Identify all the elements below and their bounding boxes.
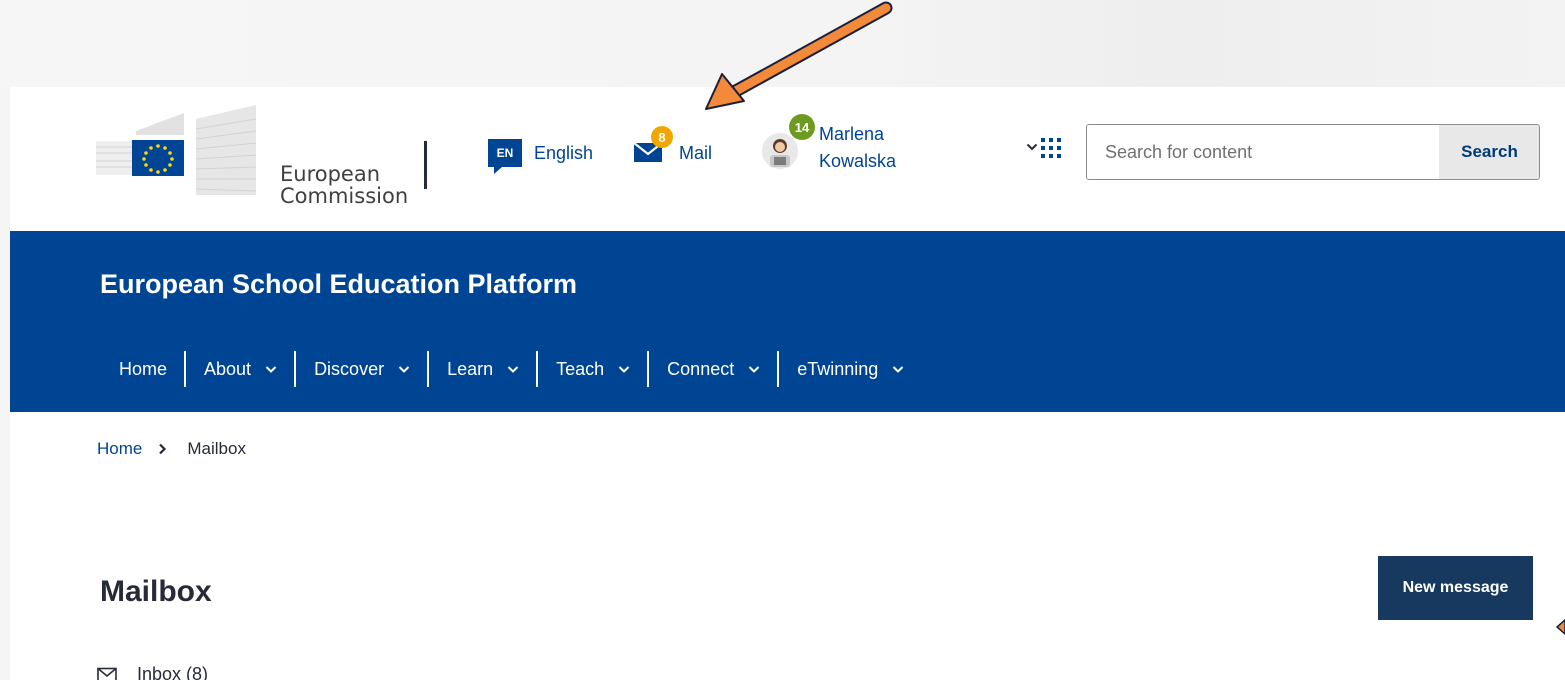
logo-divider: [424, 141, 427, 189]
page-title: Mailbox: [100, 575, 212, 608]
nav-about-label: About: [204, 358, 252, 379]
chevron-right-icon: [158, 443, 167, 455]
ec-logo-text: European Commission: [280, 163, 408, 207]
avatar: [762, 133, 798, 169]
nav-home-label: Home: [119, 358, 168, 379]
mail-label: Mail: [679, 143, 713, 163]
chevron-down-icon: [749, 365, 760, 373]
nav-discover-label: Discover: [314, 358, 385, 379]
language-code: EN: [496, 146, 514, 160]
nav-etwinning[interactable]: eTwinning: [779, 349, 921, 389]
screen-background: [0, 0, 1565, 87]
search-button[interactable]: Search: [1439, 125, 1539, 179]
nav-connect[interactable]: Connect: [649, 349, 777, 389]
chevron-down-icon[interactable]: [1026, 142, 1038, 152]
nav-about[interactable]: About: [186, 349, 294, 389]
ec-logo-line2: Commission: [280, 184, 409, 208]
user-avatar-icon: [762, 133, 798, 169]
user-last-name: Kowalska: [819, 151, 897, 171]
breadcrumb: Home Mailbox: [97, 439, 246, 459]
chevron-down-icon: [265, 365, 277, 373]
new-message-button[interactable]: New message: [1378, 556, 1533, 620]
chevron-down-icon: [618, 365, 630, 373]
european-commission-logo[interactable]: European Commission: [96, 105, 436, 207]
language-icon: EN: [488, 139, 522, 174]
nav-teach[interactable]: Teach: [538, 349, 647, 389]
breadcrumb-home[interactable]: Home: [97, 439, 142, 459]
mail-count: 8: [658, 129, 666, 145]
envelope-outline-icon: [97, 667, 117, 680]
nav-home[interactable]: Home: [100, 349, 184, 389]
chevron-down-icon: [398, 365, 410, 373]
user-notification-badge: 14: [789, 114, 815, 140]
user-name: Marlena Kowalska: [819, 121, 896, 175]
page: European Commission EN English 8 Mail 14…: [10, 87, 1565, 680]
site-name[interactable]: European School Education Platform: [100, 269, 577, 300]
nav-learn[interactable]: Learn: [429, 349, 536, 389]
site-banner: European School Education Platform Home …: [10, 231, 1565, 412]
site-header: European Commission EN English 8 Mail 14…: [10, 87, 1565, 231]
apps-grid-icon[interactable]: [1040, 137, 1062, 159]
ec-building-icon: [96, 105, 257, 195]
main-nav: Home About Discover Learn Teach Connect …: [100, 349, 921, 389]
search-form: Search: [1086, 124, 1540, 180]
mail-count-badge: 8: [651, 126, 673, 148]
chevron-down-icon: [893, 365, 904, 373]
language-label: English: [534, 142, 594, 163]
nav-teach-label: Teach: [556, 358, 605, 379]
ec-logo-line1: European: [280, 162, 381, 186]
chevron-down-icon: [507, 365, 519, 373]
mail-link[interactable]: 8 Mail: [632, 123, 742, 179]
nav-discover[interactable]: Discover: [296, 349, 427, 389]
search-input[interactable]: [1087, 125, 1439, 179]
user-menu[interactable]: 14 Marlena Kowalska: [762, 114, 922, 181]
nav-connect-label: Connect: [667, 358, 735, 379]
nav-learn-label: Learn: [447, 358, 494, 379]
breadcrumb-current: Mailbox: [187, 439, 246, 458]
inbox-label: Inbox (8): [137, 664, 209, 680]
user-notification-count: 14: [794, 119, 810, 135]
inbox-folder[interactable]: Inbox (8): [97, 664, 208, 680]
language-selector[interactable]: EN English: [488, 133, 594, 174]
user-first-name: Marlena: [819, 124, 885, 144]
nav-etwinning-label: eTwinning: [797, 358, 879, 379]
